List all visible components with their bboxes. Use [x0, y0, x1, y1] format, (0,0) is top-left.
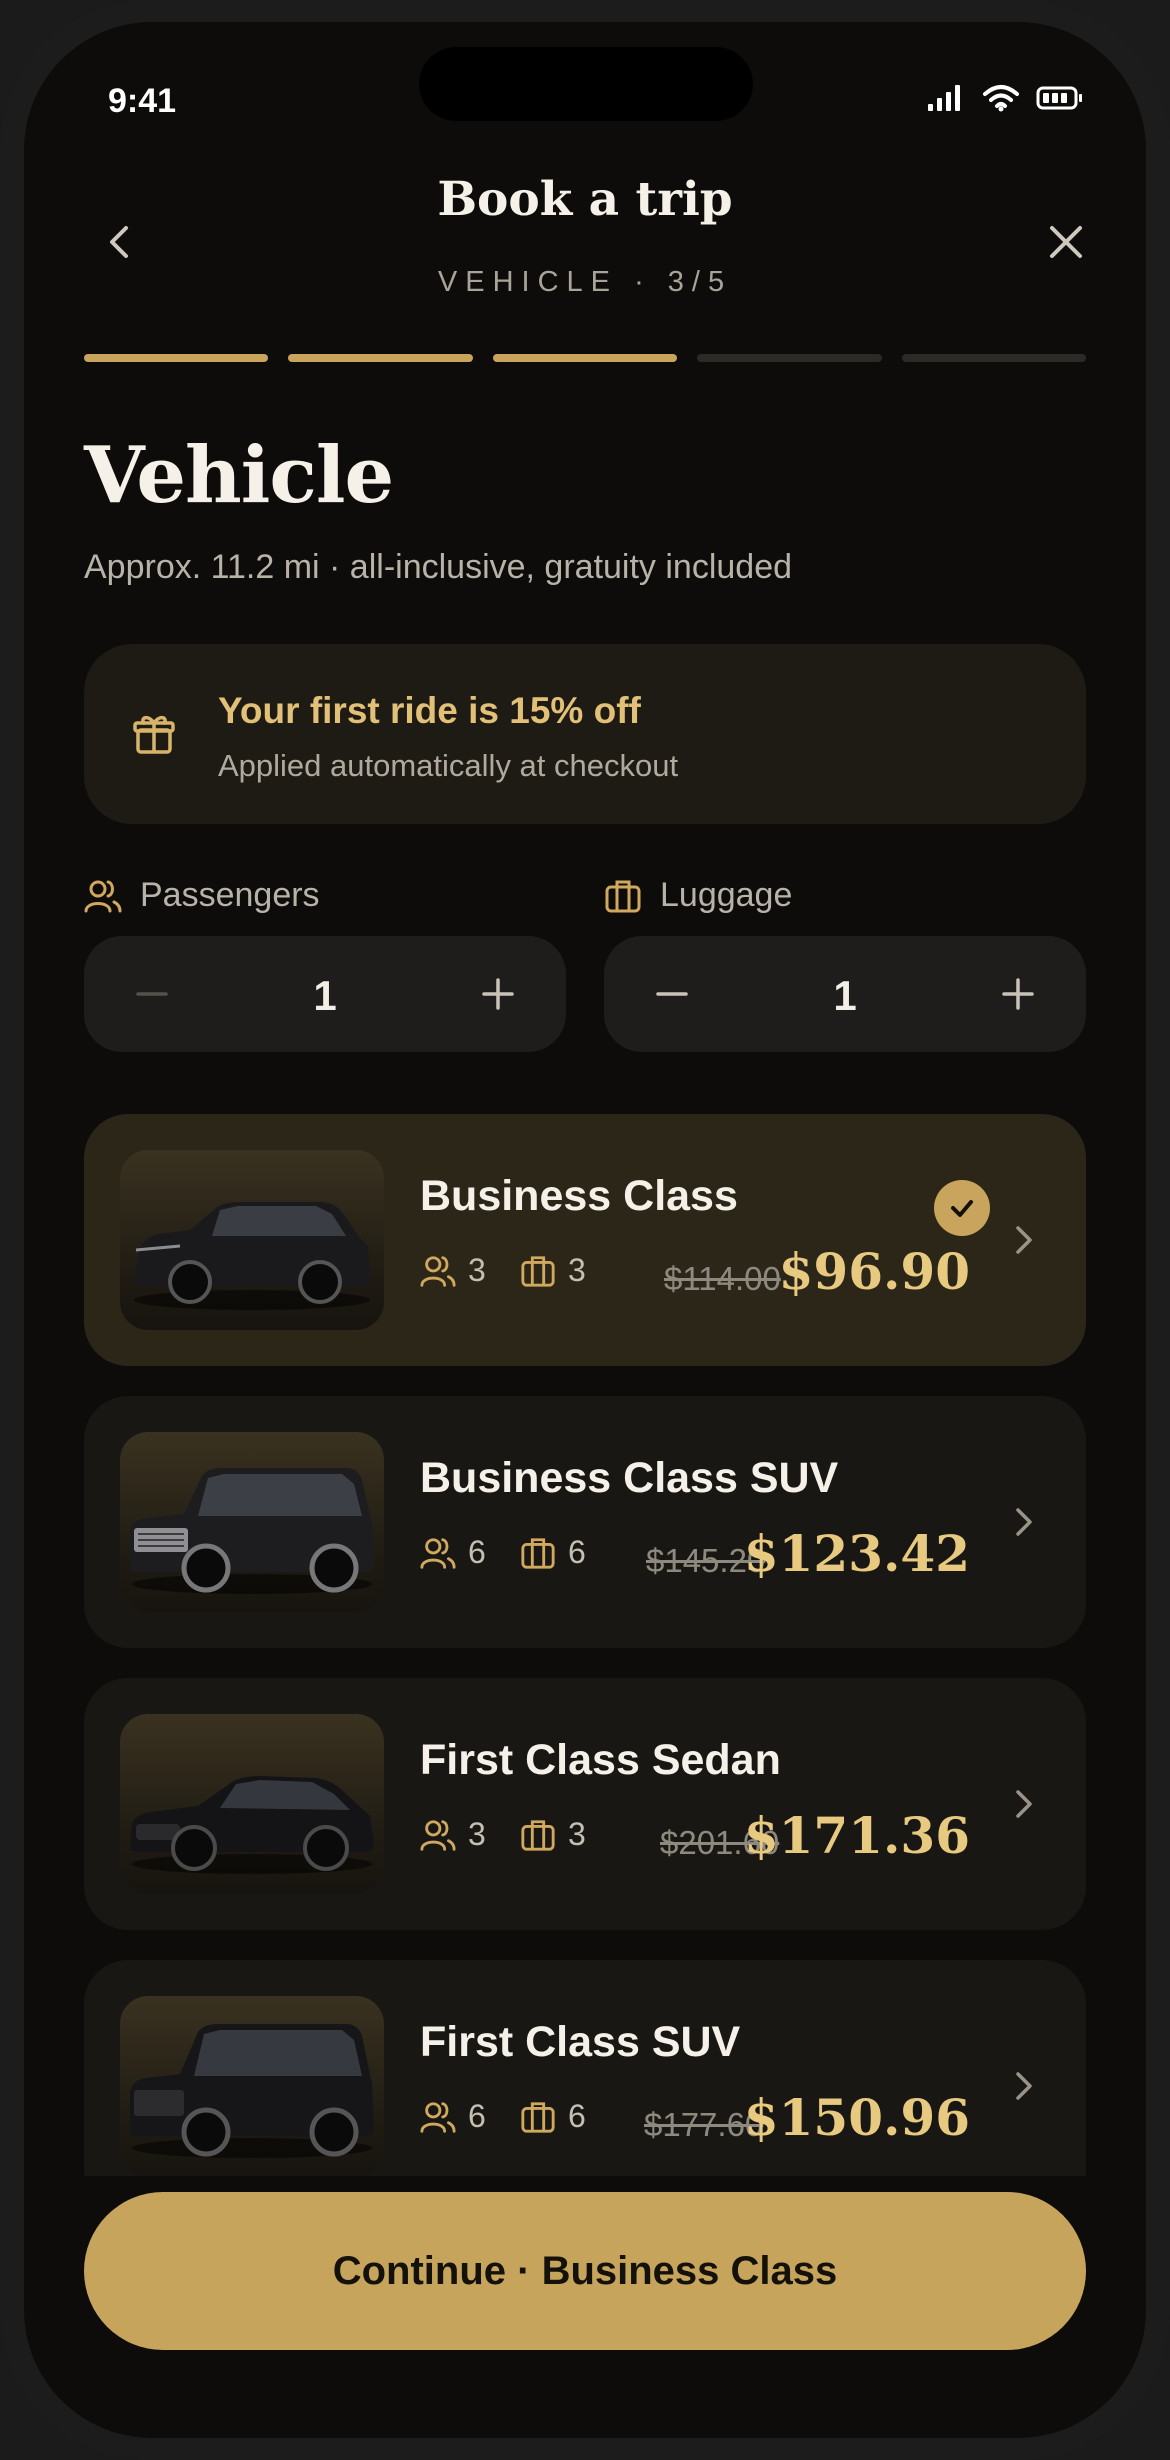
vehicle-card-business-class-suv[interactable]: Business Class SUV 6 6 $145.20 $123.42	[84, 1396, 1086, 1648]
vehicle-name: First Class SUV	[420, 2018, 741, 2066]
luggage-count: 6	[568, 1534, 586, 1570]
passenger-capacity: 6	[420, 2098, 486, 2135]
vehicle-image	[120, 1432, 384, 1612]
screen: 9:41 Book a trip VEHICLE · 3/5 Vehicle A…	[24, 22, 1146, 2438]
status-time: 9:41	[108, 82, 177, 120]
passengers-label: Passengers	[84, 876, 320, 915]
chevron-right-icon	[1016, 1790, 1032, 1818]
users-icon	[84, 880, 122, 912]
vehicle-name: First Class Sedan	[420, 1736, 781, 1784]
vehicle-card-first-class-suv[interactable]: First Class SUV 6 6 $177.60 $150.96	[84, 1960, 1086, 2176]
passengers-stepper: 1	[84, 936, 566, 1052]
page-subtitle: Approx. 11.2 mi · all-inclusive, gratuit…	[84, 548, 793, 586]
continue-button[interactable]: Continue · Business Class	[84, 2192, 1086, 2350]
passenger-capacity: 3	[420, 1252, 486, 1289]
luggage-icon	[521, 1537, 555, 1569]
luggage-capacity: 3	[520, 1816, 586, 1853]
vehicle-name: Business Class	[420, 1172, 738, 1220]
luggage-icon	[521, 2101, 555, 2133]
chevron-right-icon	[1016, 1226, 1032, 1254]
discounted-price: $150.96	[743, 2088, 970, 2147]
vehicle-list: Business Class 3 3 $114.00 $96.90 Busine…	[84, 1114, 1086, 2176]
dynamic-island	[419, 47, 753, 121]
step-indicator: VEHICLE · 3/5	[437, 266, 733, 298]
users-icon	[420, 1819, 456, 1851]
luggage-icon	[605, 880, 641, 912]
discounted-price: $171.36	[743, 1806, 970, 1865]
plus-icon	[1002, 978, 1034, 1010]
progress-step	[901, 354, 1087, 362]
vehicle-image	[120, 1996, 384, 2176]
plus-icon	[482, 978, 514, 1010]
passenger-capacity: 3	[420, 1816, 486, 1853]
vehicle-image	[120, 1150, 384, 1330]
luggage-label: Luggage	[604, 876, 792, 915]
passengers-increment-button[interactable]	[470, 966, 526, 1022]
passenger-count: 6	[468, 2098, 486, 2134]
selected-check-icon	[934, 1180, 990, 1236]
wifi-icon	[983, 85, 1019, 112]
progress-step	[288, 354, 473, 362]
phone-frame: 9:41 Book a trip VEHICLE · 3/5 Vehicle A…	[0, 0, 1170, 2460]
progress-bar	[84, 354, 1087, 362]
gift-icon	[133, 715, 175, 754]
chevron-right-icon	[1016, 1508, 1032, 1536]
users-icon	[420, 1255, 456, 1287]
chevron-left-icon	[110, 226, 128, 258]
promo-banner: Your first ride is 15% off Applied autom…	[84, 644, 1086, 824]
cellular-signal-icon	[928, 85, 960, 111]
vehicle-card-first-class-sedan[interactable]: First Class Sedan 3 3 $201.60 $171.36	[84, 1678, 1086, 1930]
luggage-capacity: 6	[520, 2098, 586, 2135]
luggage-count: 3	[568, 1252, 586, 1288]
close-button[interactable]	[1038, 214, 1094, 270]
close-icon	[1050, 226, 1082, 258]
luggage-count: 3	[568, 1816, 586, 1852]
promo-title: Your first ride is 15% off	[218, 690, 641, 731]
passenger-count: 3	[468, 1252, 486, 1288]
passenger-count: 6	[468, 1534, 486, 1570]
progress-step	[492, 354, 678, 362]
vehicle-card-business-class[interactable]: Business Class 3 3 $114.00 $96.90	[84, 1114, 1086, 1366]
header-title: Book a trip	[437, 172, 733, 227]
vehicle-image	[120, 1714, 384, 1894]
luggage-increment-button[interactable]	[990, 966, 1046, 1022]
luggage-count: 6	[568, 2098, 586, 2134]
luggage-capacity: 3	[520, 1252, 586, 1289]
luggage-label-text: Luggage	[660, 876, 793, 914]
luggage-icon	[521, 1819, 555, 1851]
passenger-count: 3	[468, 1816, 486, 1852]
users-icon	[420, 1537, 456, 1569]
users-icon	[420, 2101, 456, 2133]
luggage-icon	[521, 1255, 555, 1287]
vehicle-name: Business Class SUV	[420, 1454, 839, 1502]
status-icons	[926, 84, 1084, 112]
discounted-price: $96.90	[778, 1242, 970, 1301]
progress-step	[84, 354, 269, 362]
battery-icon	[1036, 86, 1082, 110]
passengers-label-text: Passengers	[140, 876, 320, 914]
promo-subtitle: Applied automatically at checkout	[218, 748, 679, 783]
passenger-capacity: 6	[420, 1534, 486, 1571]
discounted-price: $123.42	[743, 1524, 970, 1583]
luggage-stepper: 1	[604, 936, 1086, 1052]
original-price: $114.00	[664, 1260, 781, 1297]
progress-step	[697, 354, 882, 362]
page-title: Vehicle	[84, 430, 394, 521]
luggage-capacity: 6	[520, 1534, 586, 1571]
chevron-right-icon	[1016, 2072, 1032, 2100]
